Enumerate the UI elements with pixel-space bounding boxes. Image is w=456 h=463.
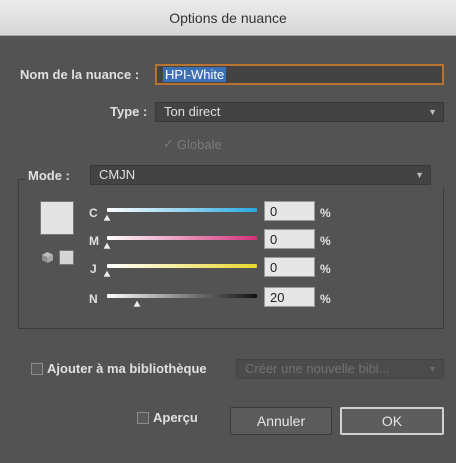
swatch-name-input[interactable]: HPI-White bbox=[155, 64, 444, 85]
yellow-slider-track[interactable] bbox=[107, 264, 257, 268]
color-preview-swatch bbox=[40, 201, 74, 235]
cyan-label: C bbox=[89, 206, 98, 220]
color-type-select[interactable]: Ton direct ▼ bbox=[155, 102, 444, 122]
black-value-input[interactable]: 20 bbox=[264, 287, 315, 307]
color-mode-select[interactable]: CMJN ▼ bbox=[90, 165, 431, 185]
chevron-down-icon: ▼ bbox=[415, 170, 424, 180]
chevron-down-icon: ▼ bbox=[428, 107, 437, 117]
magenta-value-input[interactable]: 0 bbox=[264, 229, 315, 249]
black-label: N bbox=[89, 292, 98, 306]
checkmark-icon: ✓ bbox=[163, 136, 174, 151]
add-to-library-label: Ajouter à ma bibliothèque bbox=[47, 361, 207, 376]
title-bar: Options de nuance bbox=[0, 0, 456, 36]
color-mode-value: CMJN bbox=[99, 167, 136, 182]
window-title: Options de nuance bbox=[169, 9, 287, 26]
globale-checkbox[interactable]: ✓ Globale bbox=[163, 136, 222, 152]
cyan-value-input[interactable]: 0 bbox=[264, 201, 315, 221]
cancel-button[interactable]: Annuler bbox=[230, 407, 332, 435]
preview-label: Aperçu bbox=[153, 410, 198, 425]
magenta-unit: % bbox=[320, 234, 331, 248]
swatch-name-label: Nom de la nuance : bbox=[20, 67, 140, 82]
color-mode-group bbox=[18, 179, 444, 329]
globale-label: Globale bbox=[176, 136, 222, 152]
yellow-slider-thumb[interactable] bbox=[103, 270, 111, 277]
magenta-slider-thumb[interactable] bbox=[103, 242, 111, 249]
black-slider-thumb[interactable] bbox=[133, 300, 141, 307]
out-of-gamut-cube-icon[interactable] bbox=[41, 251, 54, 264]
magenta-slider-track[interactable] bbox=[107, 236, 257, 240]
preview-checkbox[interactable] bbox=[137, 412, 149, 424]
library-select[interactable]: Créer une nouvelle bibl... ▼ bbox=[236, 359, 444, 379]
magenta-label: M bbox=[89, 234, 99, 248]
swatch-options-dialog: Nom de la nuance : HPI-White Type : Ton … bbox=[10, 36, 456, 463]
black-slider-track[interactable] bbox=[107, 294, 257, 298]
swatch-name-value: HPI-White bbox=[163, 67, 227, 82]
color-type-label: Type : bbox=[110, 104, 148, 119]
color-mode-label: Mode : bbox=[28, 168, 70, 183]
add-to-library-checkbox[interactable] bbox=[31, 363, 43, 375]
ok-button[interactable]: OK bbox=[340, 407, 444, 435]
cyan-slider-track[interactable] bbox=[107, 208, 257, 212]
black-unit: % bbox=[320, 292, 331, 306]
cyan-unit: % bbox=[320, 206, 331, 220]
library-select-value: Créer une nouvelle bibl... bbox=[245, 361, 390, 376]
yellow-label: J bbox=[90, 262, 97, 276]
yellow-value-input[interactable]: 0 bbox=[264, 257, 315, 277]
yellow-unit: % bbox=[320, 262, 331, 276]
chevron-down-icon: ▼ bbox=[428, 364, 437, 374]
web-safe-swatch[interactable] bbox=[59, 250, 74, 265]
color-type-value: Ton direct bbox=[164, 104, 221, 119]
cyan-slider-thumb[interactable] bbox=[103, 214, 111, 221]
